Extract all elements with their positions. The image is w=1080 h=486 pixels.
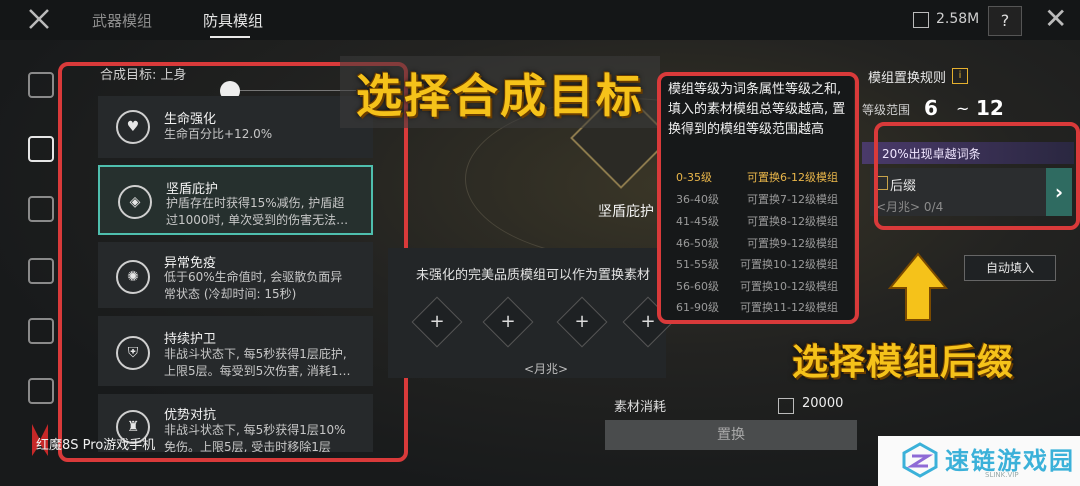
brand-subtitle: SLINK.VIP: [985, 471, 1019, 479]
device-watermark: 红魔8S Pro游戏手机: [36, 438, 156, 453]
annotation-box-suffix: [874, 122, 1080, 230]
cost-label: 素材消耗: [614, 400, 667, 415]
autofill-button[interactable]: 自动填入: [964, 255, 1056, 281]
info-icon[interactable]: i: [952, 68, 968, 84]
brand-logo-icon: [902, 442, 938, 478]
selected-mod-name: 坚盾庇护: [598, 204, 654, 220]
help-button[interactable]: ?: [988, 6, 1022, 36]
cost-value: 20000: [802, 396, 844, 411]
level-separator: ~: [956, 99, 970, 118]
boots-icon[interactable]: [28, 258, 54, 284]
gloves-icon[interactable]: [28, 318, 54, 344]
replace-rule-title: 模组置换规则: [868, 71, 947, 86]
up-arrow-icon: [888, 252, 948, 321]
leg-armor-icon[interactable]: [28, 196, 54, 222]
plus-icon: +: [574, 311, 590, 332]
chest-armor-icon[interactable]: [28, 136, 54, 162]
plus-icon: +: [500, 311, 516, 332]
level-range-label: 等级范围: [862, 103, 911, 117]
annotation-box-popup: [657, 72, 859, 324]
close-icon[interactable]: ✕: [1044, 4, 1067, 34]
material-slots-label: 未强化的完美品质模组可以作为置换素材: [416, 268, 651, 283]
active-tab-underline: [210, 36, 250, 38]
slot-caption: <月兆>: [524, 362, 569, 376]
game-logo-icon: [29, 9, 49, 29]
accessory-icon[interactable]: [28, 378, 54, 404]
replace-button[interactable]: 置换: [605, 420, 857, 450]
helmet-icon[interactable]: [28, 72, 54, 98]
tab-weapon-mods[interactable]: 武器模组: [92, 10, 152, 31]
currency-icon: [778, 398, 794, 414]
suffix-callout: 选择模组后缀: [792, 342, 1015, 383]
banner-title: 选择合成目标: [356, 69, 644, 123]
level-max: 12: [976, 96, 1004, 120]
currency-amount: 2.58M: [936, 11, 980, 27]
plus-icon: +: [429, 311, 445, 332]
currency-icon: [913, 12, 929, 28]
level-min: 6: [924, 96, 938, 120]
tab-armor-mods[interactable]: 防具模组: [203, 10, 263, 31]
